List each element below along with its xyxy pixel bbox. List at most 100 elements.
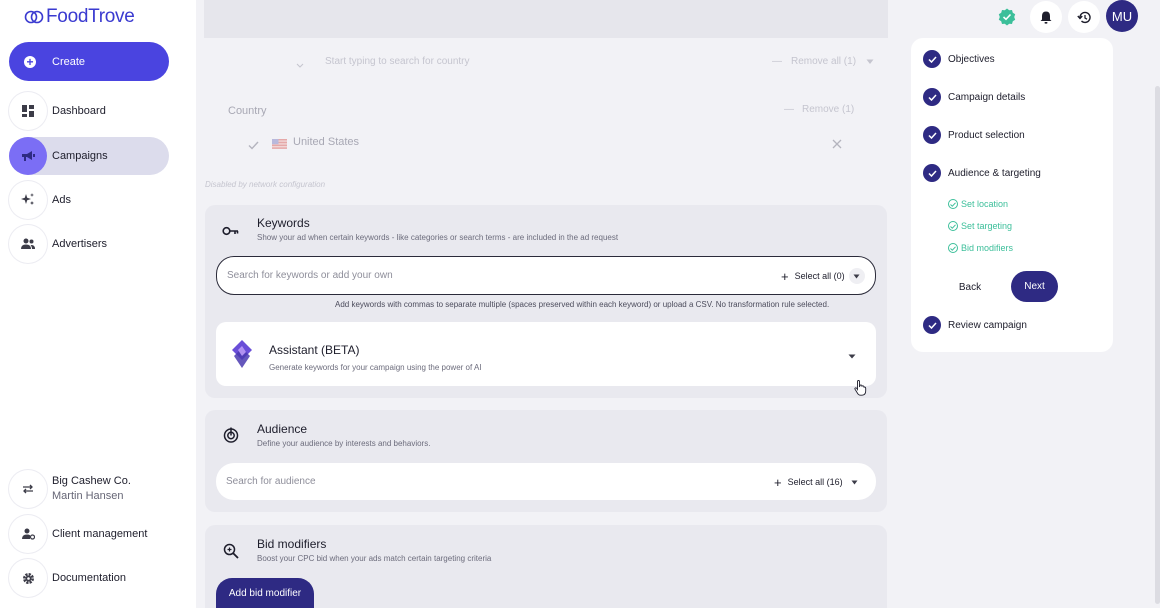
keywords-search-input[interactable]	[227, 270, 767, 281]
check-circle-icon	[923, 50, 941, 68]
global-search-bar[interactable]	[204, 0, 888, 38]
select-all-keywords-button[interactable]: + Select all (0)	[781, 268, 865, 284]
back-button[interactable]: Back	[948, 277, 992, 297]
remove-all-label: Remove all (1)	[791, 56, 857, 67]
account-company: Big Cashew Co.	[52, 475, 131, 487]
dashboard-icon	[9, 92, 47, 130]
minus-icon: —	[772, 56, 782, 67]
sidebar-item-documentation[interactable]: Documentation	[9, 559, 169, 597]
sub-step-label: Bid modifiers	[961, 243, 1014, 253]
chevron-down-icon[interactable]	[848, 268, 865, 284]
country-label: Country	[228, 105, 267, 117]
select-all-label: Select all (16)	[787, 477, 843, 487]
notifications-button[interactable]	[1030, 1, 1062, 33]
step-label: Campaign details	[948, 91, 1026, 103]
plus-circle-icon: +	[24, 55, 36, 68]
sub-step-label: Set targeting	[961, 221, 1013, 231]
sidebar-item-label: Dashboard	[52, 105, 106, 117]
create-button[interactable]: + Create	[9, 42, 169, 81]
sub-step-set-targeting[interactable]: Set targeting	[948, 221, 1012, 231]
step-review-campaign[interactable]: Review campaign	[923, 316, 1027, 334]
audience-search-input[interactable]	[226, 476, 766, 487]
selected-country: United States	[293, 136, 360, 148]
select-all-label: Select all (0)	[794, 271, 845, 281]
step-label: Product selection	[948, 129, 1025, 141]
next-button[interactable]: Next	[1011, 271, 1058, 302]
chevron-down-icon[interactable]	[848, 347, 856, 362]
chevron-down-icon[interactable]	[847, 474, 863, 490]
bid-modifiers-title: Bid modifiers	[257, 537, 327, 551]
select-all-audience-button[interactable]: + Select all (16)	[774, 474, 863, 490]
account-user: Martin Hansen	[52, 490, 124, 502]
sidebar-item-label: Advertisers	[52, 238, 108, 250]
plus-icon: +	[774, 474, 782, 490]
assistant-title: Assistant (BETA)	[269, 343, 360, 357]
add-bid-modifier-button[interactable]: Add bid modifier	[216, 578, 314, 608]
check-circle-icon	[923, 316, 941, 334]
close-icon[interactable]	[832, 137, 842, 152]
assistant-logo-icon	[232, 340, 252, 371]
step-objectives[interactable]: Objectives	[923, 50, 995, 68]
step-product-selection[interactable]: Product selection	[923, 126, 1025, 144]
assistant-description: Generate keywords for your campaign usin…	[269, 363, 482, 372]
step-label: Audience & targeting	[948, 167, 1041, 179]
keywords-description: Show your ad when certain keywords - lik…	[257, 233, 619, 242]
sidebar-item-label: Campaigns	[52, 150, 108, 162]
country-search-input[interactable]: Start typing to search for country	[325, 56, 470, 67]
account-switcher[interactable]: Big Cashew Co. Martin Hansen	[9, 470, 169, 508]
megaphone-icon	[9, 137, 47, 175]
audience-search-field[interactable]: + Select all (16)	[216, 463, 876, 500]
sub-step-set-location[interactable]: Set location	[948, 199, 1008, 209]
audience-description: Define your audience by interests and be…	[257, 439, 431, 448]
sidebar-item-campaigns[interactable]: Campaigns	[9, 137, 169, 175]
swap-arrows-icon	[9, 470, 47, 508]
sparkle-icon	[9, 181, 47, 219]
check-circle-icon	[948, 199, 958, 209]
step-campaign-details[interactable]: Campaign details	[923, 88, 1025, 106]
plus-icon: +	[781, 268, 789, 284]
zoom-search-icon	[223, 543, 239, 562]
step-label: Objectives	[948, 53, 995, 65]
audience-title: Audience	[257, 422, 308, 436]
gear-icon	[9, 559, 47, 597]
account-info: Big Cashew Co. Martin Hansen	[52, 474, 131, 504]
keywords-search-field[interactable]: + Select all (0)	[216, 256, 876, 295]
progress-stepper	[911, 38, 1113, 352]
sidebar-item-client-management[interactable]: Client management	[9, 515, 169, 553]
check-circle-icon	[923, 164, 941, 182]
sidebar-item-ads[interactable]: Ads	[9, 181, 169, 219]
target-icon	[223, 427, 239, 446]
sidebar-item-dashboard[interactable]: Dashboard	[9, 92, 169, 130]
scrollbar[interactable]	[1155, 86, 1160, 604]
sub-step-bid-modifiers[interactable]: Bid modifiers	[948, 243, 1013, 253]
remove-all-countries-button[interactable]: — Remove all (1)	[772, 56, 874, 67]
brand-logo[interactable]: FoodTrove	[24, 6, 135, 28]
keywords-helper-text: Add keywords with commas to separate mul…	[335, 300, 830, 309]
disabled-note: Disabled by network configuration	[205, 180, 326, 189]
person-gear-icon	[9, 515, 47, 553]
verified-badge-icon[interactable]	[998, 8, 1016, 26]
step-audience-targeting[interactable]: Audience & targeting	[923, 164, 1041, 182]
history-button[interactable]	[1068, 1, 1100, 33]
logo-mark-icon	[24, 10, 44, 24]
sidebar-item-label: Client management	[52, 528, 148, 540]
bid-modifiers-description: Boost your CPC bid when your ads match c…	[257, 554, 492, 563]
step-label: Review campaign	[948, 319, 1027, 331]
sub-step-label: Set location	[961, 199, 1009, 209]
bell-icon	[1040, 11, 1052, 24]
history-icon	[1077, 11, 1091, 23]
check-circle-icon	[923, 88, 941, 106]
sidebar-item-advertisers[interactable]: Advertisers	[9, 225, 169, 263]
pointer-cursor-icon	[854, 380, 867, 399]
sidebar-item-label: Ads	[52, 194, 71, 206]
remove-country-button[interactable]: — Remove (1)	[784, 104, 854, 115]
minus-icon: —	[784, 104, 794, 115]
remove-label: Remove (1)	[802, 104, 855, 115]
chevron-down-icon	[296, 57, 304, 68]
us-flag-icon	[272, 137, 287, 152]
checkmark-icon	[248, 138, 259, 153]
check-circle-icon	[948, 221, 958, 231]
avatar[interactable]: MU	[1106, 0, 1138, 32]
keywords-title: Keywords	[257, 216, 310, 230]
check-circle-icon	[948, 243, 958, 253]
